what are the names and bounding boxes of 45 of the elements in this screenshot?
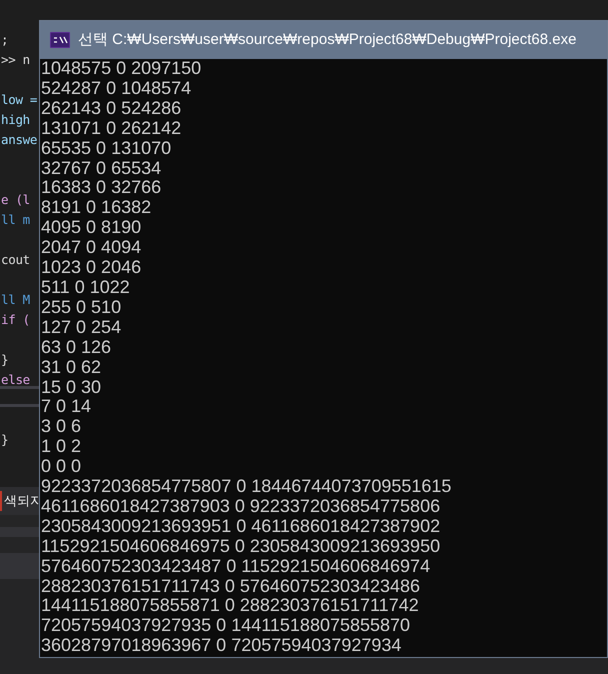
output-line: 576460752303423487 0 1152921504606846974 bbox=[41, 556, 430, 577]
window-title: 선택 C:₩Users₩user₩source₩repos₩Project68₩Debug₩Project68.exe bbox=[78, 30, 576, 50]
output-line: 255 0 510 bbox=[41, 298, 122, 318]
output-line: 7 0 14 bbox=[41, 397, 92, 418]
output-line: 4611686018427387903 0 9223372036854775806 bbox=[41, 496, 440, 517]
code-line: answe bbox=[0, 131, 38, 149]
code-line: >> n bbox=[0, 51, 30, 69]
output-line: 4095 0 8190 bbox=[41, 218, 142, 238]
output-line: 63 0 126 bbox=[41, 338, 112, 358]
output-line: 131071 0 262142 bbox=[41, 118, 182, 139]
output-line: 288230376151711743 0 576460752303423486 bbox=[41, 576, 420, 596]
output-line: 65535 0 131070 bbox=[41, 138, 172, 159]
output-line: 127 0 254 bbox=[41, 318, 122, 338]
code-line: high bbox=[0, 111, 30, 129]
code-line: else bbox=[0, 371, 30, 389]
code-line: if ( bbox=[0, 311, 30, 329]
console-icon bbox=[50, 32, 70, 48]
output-line: 2305843009213693951 0 4611686018427387902 bbox=[41, 516, 440, 537]
code-line: low = bbox=[0, 91, 38, 109]
code-line: ; bbox=[0, 31, 8, 49]
code-line: ll m bbox=[0, 211, 30, 229]
output-line: 1 0 2 bbox=[41, 437, 82, 458]
code-line: ll M bbox=[0, 291, 30, 309]
output-line: 16383 0 32766 bbox=[41, 178, 162, 198]
output-line: 0 0 0 bbox=[41, 457, 82, 478]
code-line: cout bbox=[0, 251, 30, 269]
output-line: 9223372036854775807 0 18446744073709551615 bbox=[41, 477, 452, 497]
output-line: 1152921504606846975 0 2305843009213693950 bbox=[41, 536, 440, 557]
output-line: 32767 0 65534 bbox=[41, 158, 162, 178]
output-line: 144115188075855871 0 288230376151711742 bbox=[41, 596, 419, 616]
output-line: 1048575 0 2097150 bbox=[41, 59, 202, 79]
output-line: 262143 0 524286 bbox=[41, 98, 182, 119]
output-line: 511 0 1022 bbox=[41, 278, 130, 298]
output-line: 2047 0 4094 bbox=[41, 238, 142, 258]
output-line: 31 0 62 bbox=[41, 358, 102, 378]
output-line: 15 0 30 bbox=[41, 378, 102, 398]
output-line: 72057594037927935 0 144115188075855870 bbox=[41, 616, 410, 636]
output-line: 36028797018963967 0 72057594037927934 bbox=[41, 636, 402, 656]
output-line: 524287 0 1048574 bbox=[41, 78, 192, 99]
code-line: } bbox=[0, 431, 8, 449]
output-line: 1023 0 2046 bbox=[41, 258, 142, 278]
output-line: 8191 0 16382 bbox=[41, 198, 152, 218]
output-line: 3 0 6 bbox=[41, 417, 82, 438]
code-line: e (l bbox=[0, 191, 30, 209]
code-line: } bbox=[0, 351, 8, 369]
